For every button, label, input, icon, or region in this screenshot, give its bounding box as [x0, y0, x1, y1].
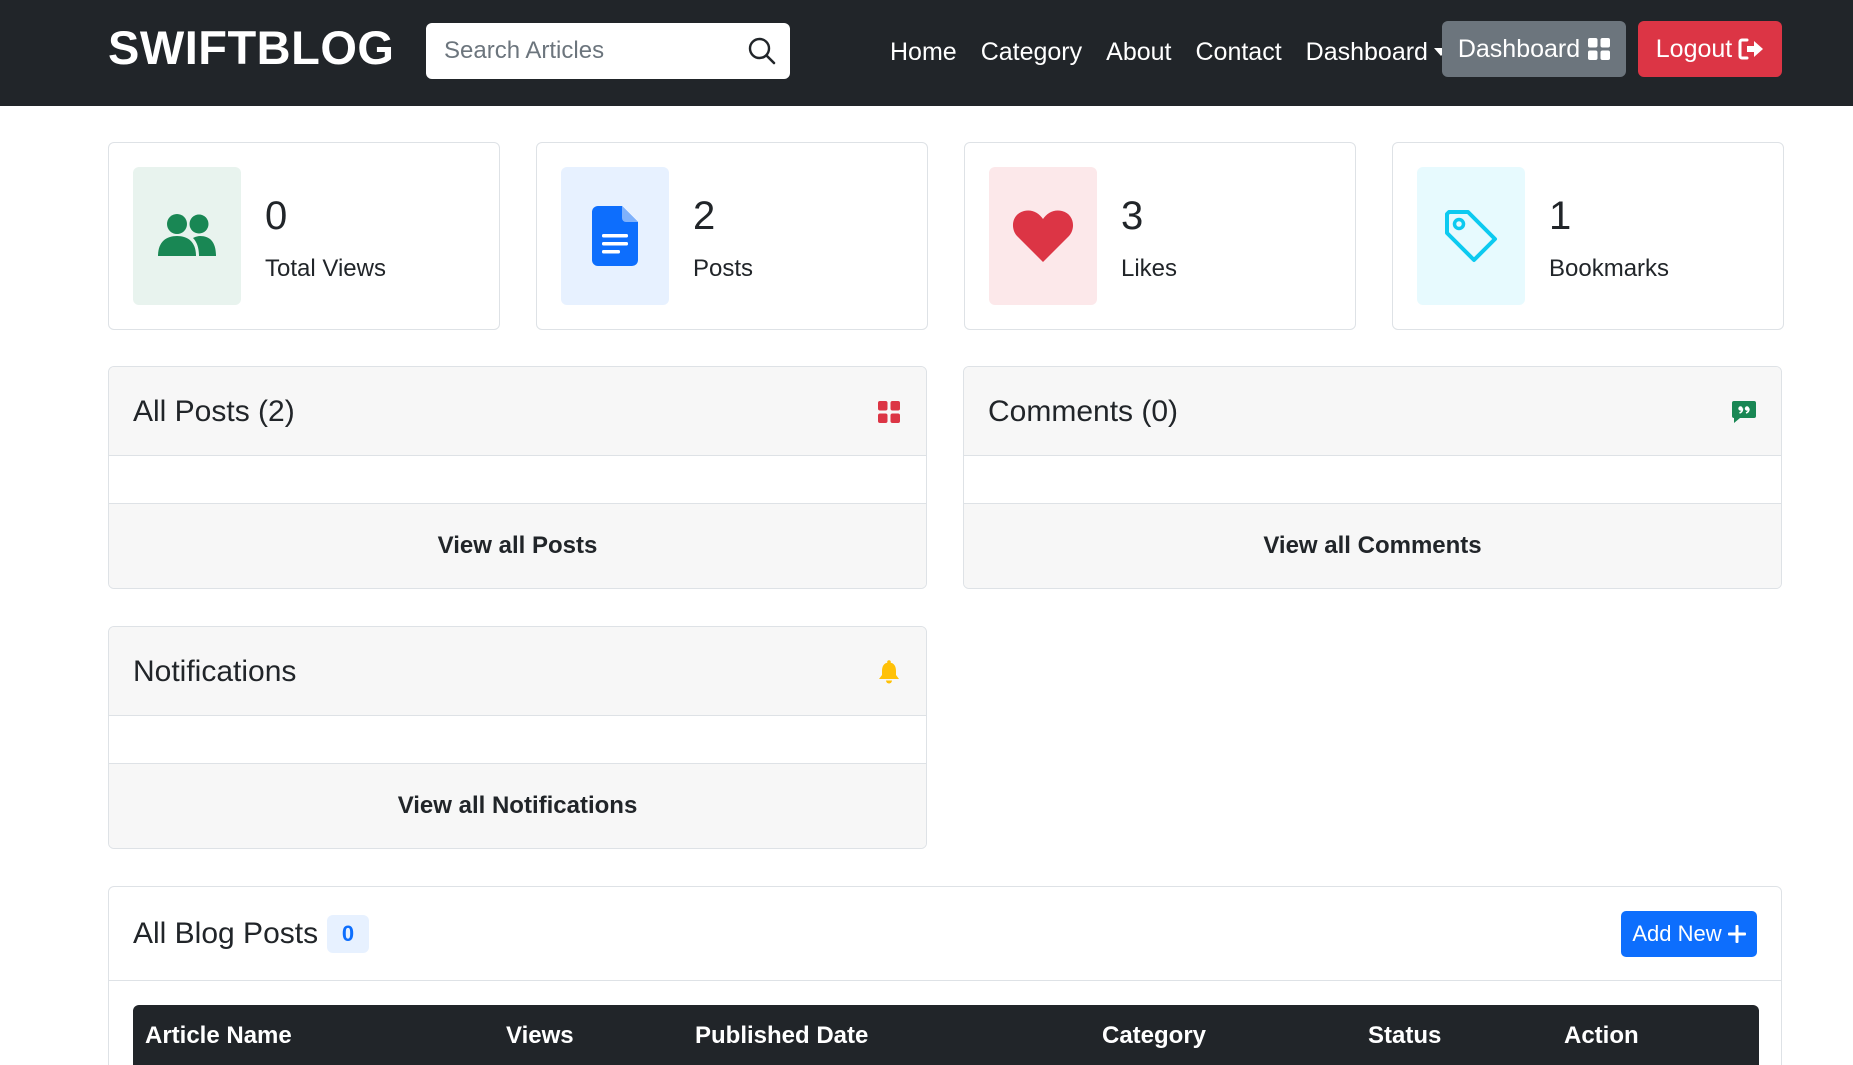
stat-value: 1: [1549, 194, 1572, 238]
panel-header: Notifications: [109, 627, 926, 716]
search-form: [426, 23, 790, 79]
bell-icon: [879, 660, 899, 684]
grid-icon: [878, 401, 900, 423]
column-header-views[interactable]: Views: [506, 1019, 574, 1053]
nav-dashboard-label: Dashboard: [1305, 38, 1428, 66]
column-header-category[interactable]: Category: [1102, 1019, 1206, 1053]
document-icon: [592, 206, 638, 266]
stat-icon-box: [133, 167, 241, 305]
search-icon: [748, 37, 776, 65]
add-new-button[interactable]: Add New: [1621, 911, 1757, 957]
panel-header-icon: [1731, 399, 1757, 425]
nav-home[interactable]: Home: [890, 32, 957, 72]
panel-body: [964, 456, 1781, 504]
blog-posts-title: All Blog Posts: [133, 917, 319, 950]
nav-about[interactable]: About: [1106, 32, 1171, 72]
logout-icon: [1738, 38, 1764, 60]
search-button[interactable]: [744, 33, 780, 69]
panel-header-icon: [876, 399, 902, 425]
brand-logo[interactable]: SWIFTBLOG: [108, 20, 394, 76]
tag-icon: [1445, 210, 1497, 262]
column-header-published-date[interactable]: Published Date: [695, 1019, 868, 1053]
comments-panel: Comments (0) View all Comments: [963, 366, 1782, 589]
stat-value: 3: [1121, 194, 1144, 238]
stat-label: Total Views: [265, 255, 386, 282]
notifications-panel: Notifications View all Notifications: [108, 626, 927, 849]
stat-icon-box: [989, 167, 1097, 305]
all-posts-panel: All Posts (2) View all Posts: [108, 366, 927, 589]
stat-label: Posts: [693, 255, 754, 282]
column-header-article-name[interactable]: Article Name: [145, 1019, 292, 1053]
blog-posts-header: All Blog Posts 0 Add New: [109, 887, 1781, 981]
logout-button-label: Logout: [1655, 34, 1733, 63]
panel-header-icon: [876, 659, 902, 685]
stat-card-bookmarks: 1 Bookmarks: [1392, 142, 1784, 330]
view-all-posts-link[interactable]: View all Posts: [109, 504, 926, 588]
add-new-button-label: Add New: [1632, 921, 1722, 946]
blog-posts-count-badge: 0: [327, 915, 369, 953]
quote-comment-icon: [1732, 401, 1756, 423]
all-blog-posts-card: All Blog Posts 0 Add New Article Name Vi…: [108, 886, 1782, 1065]
panel-body: [109, 716, 926, 764]
panel-title: Notifications: [133, 655, 297, 688]
column-header-status[interactable]: Status: [1368, 1019, 1441, 1053]
stat-icon-box: [561, 167, 669, 305]
stat-label: Bookmarks: [1549, 255, 1670, 282]
view-all-comments-link[interactable]: View all Comments: [964, 504, 1781, 588]
search-input[interactable]: [426, 23, 726, 79]
stat-icon-box: [1417, 167, 1525, 305]
grid-icon: [1588, 38, 1611, 60]
column-header-action[interactable]: Action: [1564, 1019, 1639, 1053]
top-navbar: SWIFTBLOG Home Category About Contact Da…: [0, 0, 1853, 106]
panel-header: Comments (0): [964, 367, 1781, 456]
view-all-notifications-link[interactable]: View all Notifications: [109, 764, 926, 848]
dashboard-button-label: Dashboard: [1457, 34, 1581, 63]
panel-title: All Posts (2): [133, 395, 295, 428]
stat-label: Likes: [1121, 255, 1178, 282]
logout-button[interactable]: Logout: [1638, 21, 1782, 77]
dashboard-button[interactable]: Dashboard: [1442, 21, 1626, 77]
panel-body: [109, 456, 926, 504]
stat-card-posts: 2 Posts: [536, 142, 928, 330]
heart-icon: [1012, 210, 1074, 262]
nav-contact[interactable]: Contact: [1195, 32, 1281, 72]
users-icon: [158, 214, 216, 256]
stat-value: 2: [693, 194, 716, 238]
stat-card-total-views: 0 Total Views: [108, 142, 500, 330]
stat-card-likes: 3 Likes: [964, 142, 1356, 330]
nav-links: Home Category About Contact Dashboard: [890, 32, 1448, 72]
plus-icon: [1727, 925, 1746, 943]
panel-header: All Posts (2): [109, 367, 926, 456]
panel-title: Comments (0): [988, 395, 1179, 428]
stat-value: 0: [265, 194, 288, 238]
nav-dashboard-dropdown[interactable]: Dashboard: [1306, 32, 1448, 72]
blog-posts-table-header: Article Name Views Published Date Catego…: [133, 1005, 1759, 1065]
nav-category[interactable]: Category: [981, 32, 1082, 72]
